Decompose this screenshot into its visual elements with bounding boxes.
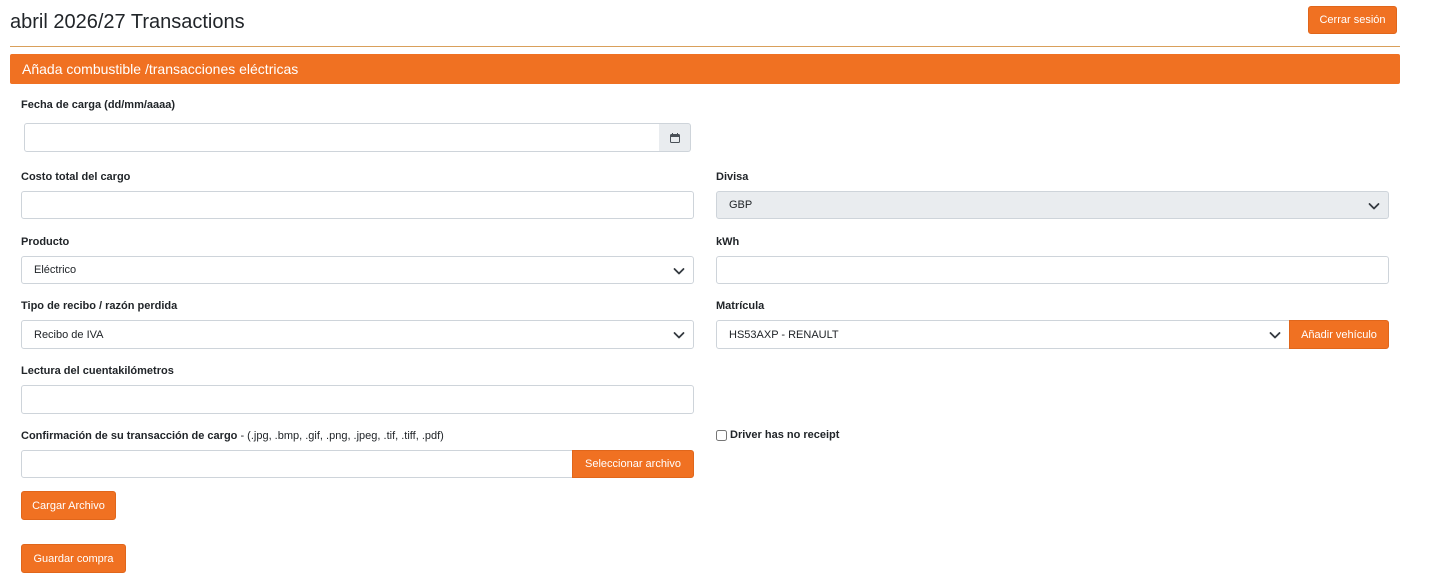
- charge-date-input[interactable]: [24, 123, 660, 152]
- header-divider: [10, 46, 1400, 47]
- product-select[interactable]: Eléctrico: [21, 256, 694, 284]
- select-file-button[interactable]: Seleccionar archivo: [572, 450, 694, 478]
- calendar-icon: [669, 132, 680, 143]
- total-cost-input[interactable]: [21, 191, 694, 219]
- no-receipt-label: Driver has no receipt: [730, 429, 840, 441]
- panel-heading: Añada combustible /transacciones eléctri…: [10, 54, 1400, 84]
- currency-select[interactable]: GBP: [716, 191, 1389, 219]
- receipt-type-value: Recibo de IVA: [34, 328, 104, 341]
- odometer-label: Lectura del cuentakilómetros: [21, 365, 174, 377]
- upload-file-button[interactable]: Cargar Archivo: [21, 491, 116, 520]
- plate-select[interactable]: HS53AXP - RENAULT: [716, 320, 1290, 349]
- calendar-button[interactable]: [659, 123, 691, 152]
- product-value: Eléctrico: [34, 264, 77, 276]
- currency-value: GBP: [729, 199, 753, 211]
- product-label: Producto: [21, 236, 70, 248]
- charge-date-label: Fecha de carga (dd/mm/aaaa): [21, 99, 176, 111]
- chevron-down-icon: [673, 268, 685, 275]
- logout-button[interactable]: Cerrar sesión: [1308, 6, 1397, 34]
- confirmation-label-text: Confirmación de su transacción de cargo: [21, 430, 238, 442]
- total-cost-label: Costo total del cargo: [21, 171, 131, 183]
- kwh-input[interactable]: [716, 256, 1389, 284]
- add-vehicle-button[interactable]: Añadir vehículo: [1289, 320, 1389, 349]
- page-title: abril 2026/27 Transactions: [10, 11, 245, 33]
- kwh-label: kWh: [716, 236, 740, 248]
- receipt-type-select[interactable]: Recibo de IVA: [21, 320, 694, 349]
- chevron-down-icon: [673, 332, 685, 339]
- no-receipt-option[interactable]: Driver has no receipt: [716, 428, 839, 442]
- file-types-hint: - (.jpg, .bmp, .gif, .png, .jpeg, .tif, …: [237, 430, 444, 442]
- confirmation-label: Confirmación de su transacción de cargo …: [21, 429, 444, 443]
- plate-label: Matrícula: [716, 300, 765, 312]
- odometer-input[interactable]: [21, 385, 694, 414]
- confirmation-file-input[interactable]: [21, 450, 573, 478]
- save-purchase-button[interactable]: Guardar compra: [21, 544, 126, 573]
- receipt-type-label: Tipo de recibo / razón perdida: [21, 300, 178, 312]
- chevron-down-icon: [1269, 332, 1281, 339]
- chevron-down-icon: [1368, 203, 1380, 210]
- plate-value: HS53AXP - RENAULT: [729, 328, 839, 341]
- currency-label: Divisa: [716, 171, 749, 183]
- no-receipt-checkbox[interactable]: [716, 429, 727, 441]
